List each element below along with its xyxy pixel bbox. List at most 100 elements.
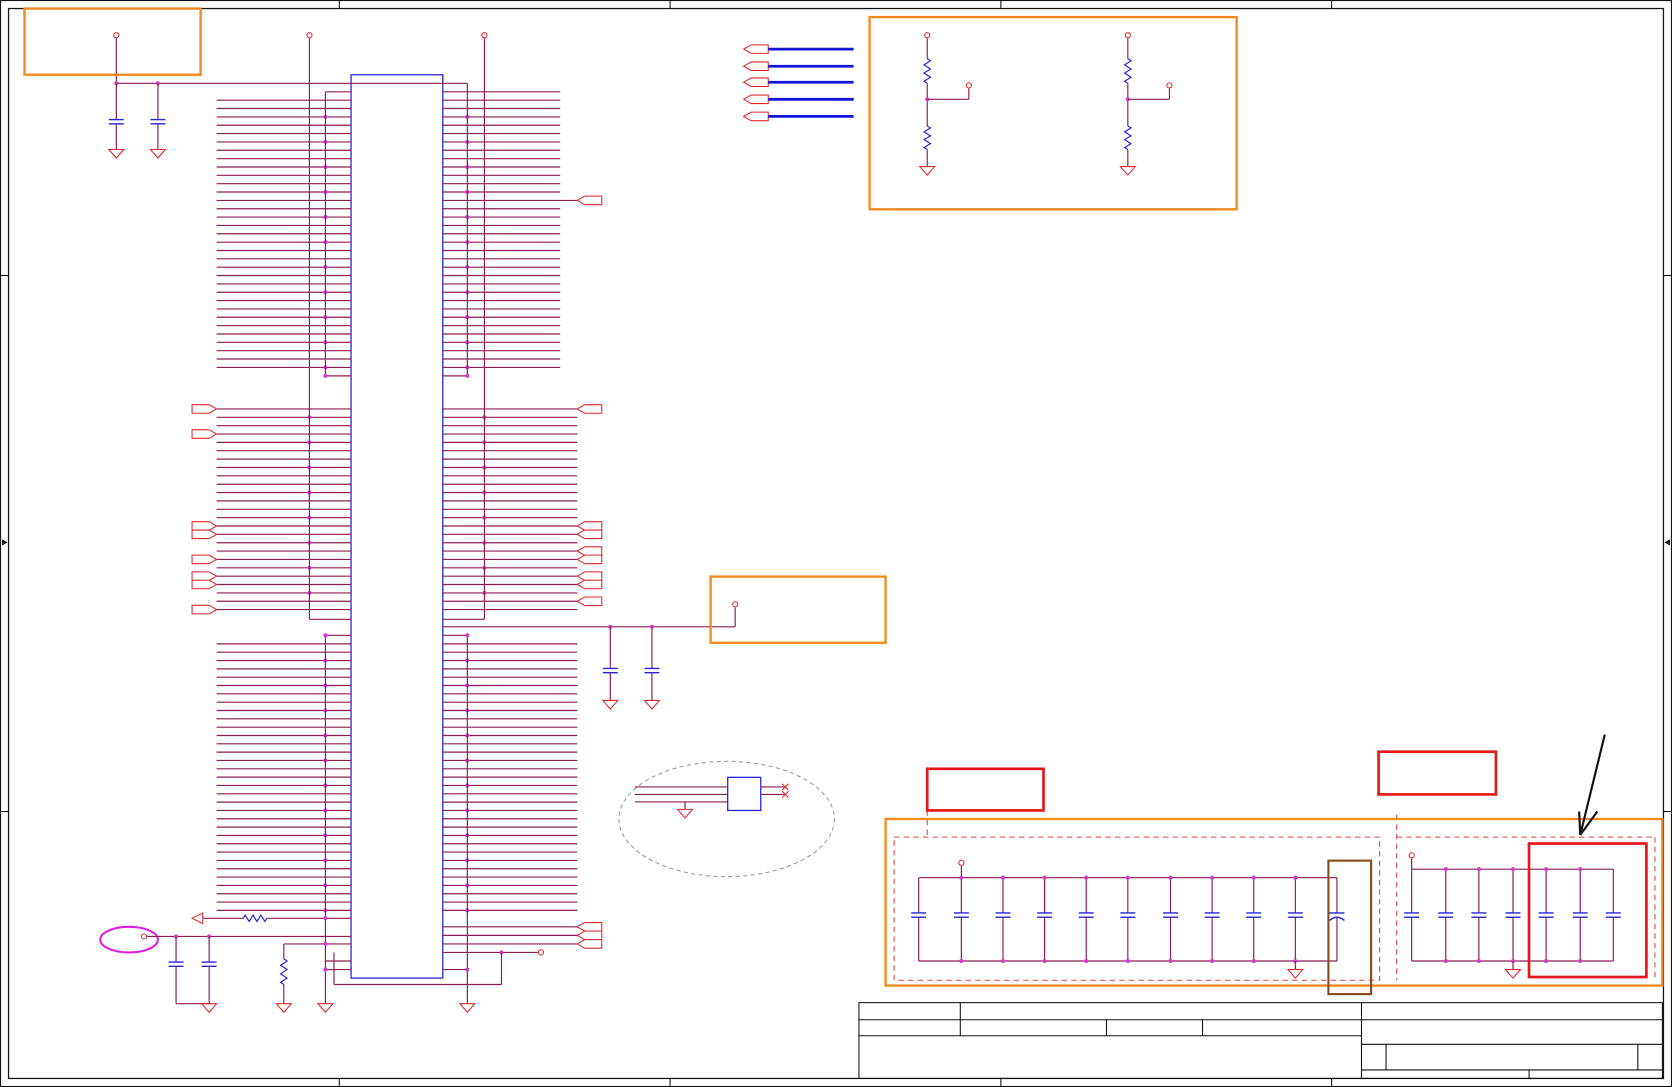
- off-page-connector-icon: [191, 604, 218, 615]
- off-page-connector-icon: [742, 77, 769, 88]
- drawing-frame: [0, 0, 1672, 1087]
- capacitor: [644, 626, 660, 701]
- resistor: [1123, 125, 1133, 150]
- capacitor: [1438, 869, 1454, 962]
- resistor: [922, 125, 932, 150]
- capacitor: [1287, 877, 1303, 962]
- junction-dot: [1251, 958, 1256, 964]
- highlight-box: [23, 7, 202, 76]
- junction-dot: [1168, 958, 1173, 964]
- junction-dot: [959, 958, 964, 964]
- off-page-connector-icon: [191, 579, 218, 590]
- capacitor: [1471, 869, 1487, 962]
- callout-ellipse: [99, 925, 159, 954]
- junction-dot: [1544, 867, 1549, 872]
- power-port-icon: [113, 32, 120, 39]
- capacitor: [1605, 869, 1621, 962]
- ground-icon: [643, 699, 661, 710]
- capacitor: [1204, 877, 1220, 962]
- junction-dot: [1168, 875, 1173, 880]
- junction-dot: [1251, 875, 1256, 880]
- right-pin-wires: [442, 91, 603, 913]
- ic-body: [350, 74, 444, 979]
- off-page-connector-icon: [191, 529, 218, 540]
- ground-icon: [1504, 969, 1522, 979]
- junction-dot: [465, 373, 470, 378]
- ground-icon: [1119, 166, 1137, 176]
- off-page-connector-icon: [742, 111, 769, 122]
- capacitor: [168, 936, 184, 1004]
- ground-icon: [918, 166, 936, 176]
- off-page-connector-icon: [576, 554, 603, 565]
- capacitor: [602, 626, 618, 701]
- power-port-icon: [924, 32, 931, 39]
- voltage-divider: [1119, 32, 1173, 176]
- junction-dot: [1000, 875, 1006, 880]
- top-net-connectors: [742, 44, 854, 122]
- resistor: [242, 913, 268, 923]
- highlight-box: [868, 15, 1238, 211]
- resistor: [1123, 58, 1133, 84]
- dashed-ellipse: [618, 760, 835, 878]
- off-page-connector-icon: [191, 429, 218, 439]
- off-page-connector-icon: [576, 521, 603, 531]
- junction-dot: [323, 916, 328, 921]
- dashed-groups: [893, 810, 1656, 981]
- zone-arrow-icon: [1664, 539, 1670, 546]
- off-page-connector-icon: [576, 939, 603, 949]
- off-page-connector-icon: [191, 521, 218, 531]
- junction-dot: [1476, 958, 1481, 964]
- junction-dot: [323, 967, 328, 972]
- voltage-divider: [918, 32, 972, 176]
- zone-arrow-icon: [2, 539, 8, 546]
- off-page-connector-icon: [576, 529, 603, 540]
- resistor: [922, 58, 932, 84]
- main-ic: [350, 74, 444, 979]
- junction-dot: [1125, 875, 1130, 880]
- junction-dot: [1443, 867, 1448, 872]
- junction-dot: [465, 967, 470, 972]
- junction-dot: [323, 373, 328, 378]
- schematic-canvas: [0, 0, 1672, 1087]
- power-port-icon: [732, 601, 739, 608]
- alert-box: [1377, 750, 1498, 796]
- capacitor: [1404, 869, 1420, 962]
- off-page-connector-icon: [576, 579, 603, 590]
- power-port-icon: [140, 933, 148, 940]
- junction-dot: [959, 875, 964, 880]
- ground-icon: [275, 1003, 293, 1014]
- capacitor: [1163, 877, 1178, 962]
- oscillator-subcircuit: [618, 760, 835, 878]
- junction-dot: [1210, 875, 1215, 880]
- junction-dot: [323, 633, 328, 638]
- capacitor: [201, 936, 217, 1004]
- ground-icon: [200, 1003, 218, 1014]
- junction-dot: [1578, 867, 1583, 872]
- power-port-icon: [306, 32, 313, 39]
- junction-dot: [323, 941, 328, 946]
- ground-icon: [676, 808, 694, 819]
- highlight-box: [709, 575, 887, 644]
- alert-box: [925, 767, 1045, 812]
- capacitor: [1037, 877, 1053, 962]
- off-page-connector-icon: [190, 912, 204, 925]
- junction-dot: [1084, 875, 1089, 880]
- junction-dot: [1578, 958, 1583, 964]
- ground-icon: [601, 699, 619, 710]
- capacitor: [1078, 877, 1094, 962]
- power-port-icon: [537, 949, 545, 956]
- junction-dot: [1084, 958, 1089, 964]
- decoupling-cap-array: [911, 859, 1345, 979]
- junction-dot: [1000, 958, 1006, 964]
- power-port-icon: [1124, 32, 1131, 39]
- off-page-connector-icon: [576, 571, 603, 581]
- off-page-connector-icon: [576, 404, 603, 414]
- title-block-border: [858, 1002, 1663, 1079]
- off-page-connector-icon: [576, 596, 603, 607]
- oscillator-body: [727, 776, 762, 812]
- off-page-connector-icon: [191, 554, 218, 565]
- junction-dot: [1544, 958, 1549, 964]
- inner-border: [7, 7, 1665, 1080]
- junction-dot: [1443, 958, 1448, 964]
- junction-dot: [465, 633, 470, 638]
